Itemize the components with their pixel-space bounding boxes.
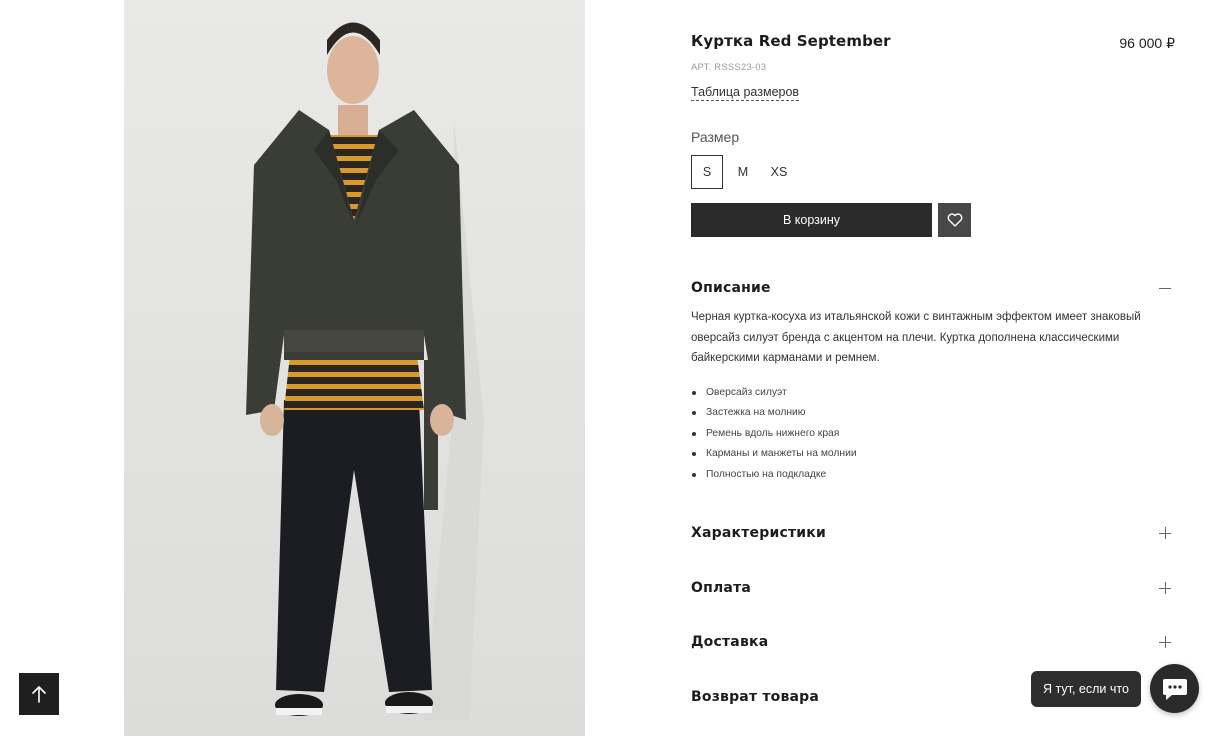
- size-option-s[interactable]: S: [691, 155, 723, 189]
- accordion-title: Оплата: [691, 580, 752, 596]
- size-label: Размер: [691, 129, 740, 145]
- size-option-xs[interactable]: XS: [763, 155, 795, 189]
- accordion-title: Возврат товара: [691, 689, 820, 705]
- list-item: Ремень вдоль нижнего края: [691, 424, 857, 444]
- accordion-title: Описание: [691, 280, 771, 296]
- list-item: Полностью на подкладке: [691, 465, 857, 485]
- chat-open-button[interactable]: [1150, 664, 1199, 713]
- product-photo: [124, 0, 585, 736]
- accordion-title: Характеристики: [691, 525, 826, 541]
- size-option-m[interactable]: M: [727, 155, 759, 189]
- accordion-title: Доставка: [691, 634, 769, 650]
- list-item: Застежка на молнию: [691, 403, 857, 423]
- plus-icon: [1158, 635, 1172, 649]
- product-title: Куртка Red September: [691, 32, 891, 50]
- chat-greeting-bubble[interactable]: Я тут, если что: [1031, 671, 1141, 707]
- heart-icon: [947, 213, 962, 227]
- add-to-cart-button[interactable]: В корзину: [691, 203, 932, 237]
- model-in-jacket-image: [124, 0, 585, 736]
- add-to-favorites-button[interactable]: [938, 203, 971, 237]
- list-item: Оверсайз силуэт: [691, 383, 857, 403]
- list-item: Карманы и манжеты на молнии: [691, 444, 857, 464]
- arrow-up-icon: [32, 686, 46, 703]
- accordion-payment[interactable]: Оплата: [691, 577, 1175, 599]
- chat-icon: [1162, 678, 1187, 700]
- feature-list: Оверсайз силуэт Застежка на молнию Ремен…: [691, 383, 857, 485]
- accordion-returns[interactable]: Возврат товара: [691, 686, 1021, 708]
- size-selector: S M XS: [691, 155, 795, 189]
- plus-icon: [1158, 581, 1172, 595]
- product-sku: АРТ. RSSS23-03: [691, 62, 767, 73]
- product-info-panel: Куртка Red September 96 000 ₽ АРТ. RSSS2…: [691, 0, 1175, 736]
- minus-icon: [1158, 281, 1172, 295]
- accordion-description[interactable]: Описание: [691, 277, 1175, 299]
- accordion-delivery[interactable]: Доставка: [691, 631, 1175, 653]
- accordion-characteristics[interactable]: Характеристики: [691, 522, 1175, 544]
- product-price: 96 000 ₽: [1119, 35, 1175, 51]
- description-text: Черная куртка-косуха из итальянской кожи…: [691, 311, 1141, 364]
- size-chart-link[interactable]: Таблица размеров: [691, 85, 800, 101]
- plus-icon: [1158, 526, 1172, 540]
- scroll-to-top-button[interactable]: [19, 673, 59, 715]
